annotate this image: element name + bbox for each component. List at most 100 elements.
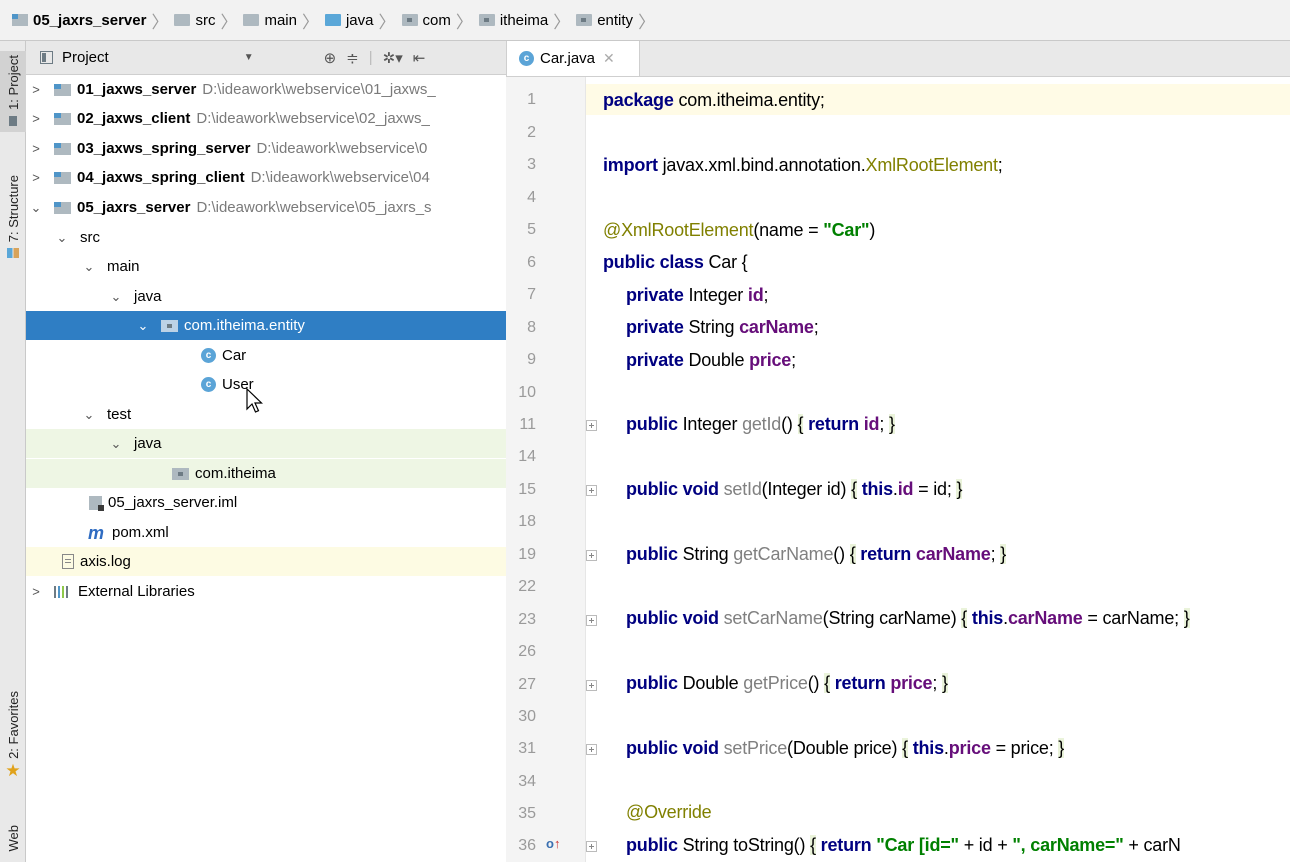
fold-expand-icon[interactable] [586, 680, 597, 691]
fold-expand-icon[interactable] [586, 550, 597, 561]
package-icon [576, 14, 593, 26]
chevron-down-icon[interactable]: ⌄ [83, 259, 95, 275]
close-icon[interactable]: ✕ [603, 50, 615, 67]
code-keyword: package [603, 90, 674, 110]
code-keyword: private [626, 350, 684, 370]
chevron-down-icon[interactable]: ⌄ [56, 230, 68, 246]
code-field: id [863, 414, 880, 434]
tree-item-module[interactable]: ⌄ 05_jaxrs_server D:\ideawork\webservice… [26, 193, 506, 222]
tool-tab-favorites[interactable]: 2: Favorites ★ [0, 691, 26, 781]
tree-item-class[interactable]: c Car [26, 341, 506, 370]
tree-item-file[interactable]: 05_jaxrs_server.iml [26, 488, 506, 517]
chevron-down-icon[interactable]: ⌄ [110, 289, 122, 305]
code-class-ref: XmlRootElement [865, 155, 998, 175]
chevron-down-icon[interactable]: ⌄ [110, 436, 122, 452]
scroll-from-source-icon[interactable]: ⊕ [324, 49, 337, 67]
tree-item-folder[interactable]: ⌄ java [26, 429, 506, 458]
tool-tab-structure[interactable]: 7: Structure [0, 171, 26, 259]
code-line-27: public Double getPrice() { return price;… [626, 672, 948, 694]
tool-tab-label: 7: Structure [5, 175, 21, 243]
tree-item-folder[interactable]: ⌄ test [26, 400, 506, 429]
breadcrumb-item-com[interactable]: com 〉 [401, 0, 479, 40]
code-text: (Double price) [787, 738, 903, 758]
chevron-down-icon[interactable]: ⌄ [30, 200, 42, 216]
fold-expand-icon[interactable] [586, 485, 597, 496]
tree-item-package-selected[interactable]: ⌄ com.itheima.entity [26, 311, 506, 340]
code-method-name: setId [718, 479, 762, 499]
chevron-down-icon[interactable]: ⌄ [137, 318, 149, 334]
breadcrumb-item-src[interactable]: src 〉 [174, 0, 243, 40]
line-number: 26 [518, 643, 536, 660]
line-number: 11 [519, 416, 536, 433]
code-keyword: public [626, 414, 678, 434]
code-method-name: getCarName [733, 544, 834, 564]
chevron-right-icon[interactable]: > [30, 82, 42, 97]
override-method-icon[interactable]: o↑ [546, 836, 560, 851]
breadcrumb: 05_jaxrs_server 〉 src 〉 main 〉 java 〉 co… [0, 0, 1290, 41]
maven-icon: m [88, 522, 105, 543]
tree-item-libraries[interactable]: > External Libraries [26, 577, 506, 606]
tree-item-module[interactable]: > 04_jaxws_spring_client D:\ideawork\web… [26, 163, 506, 192]
line-number: 23 [518, 611, 536, 628]
breadcrumb-label: src [195, 11, 216, 29]
breadcrumb-item-entity[interactable]: entity 〉 [576, 0, 661, 40]
tree-item-class[interactable]: c User [26, 370, 506, 399]
breadcrumb-label: main [264, 11, 297, 29]
breadcrumb-item-module[interactable]: 05_jaxrs_server 〉 [12, 0, 174, 40]
fold-expand-icon[interactable] [586, 841, 597, 852]
hide-panel-icon[interactable]: ⇤ [413, 49, 426, 67]
tree-item-file[interactable]: m pom.xml [26, 518, 506, 547]
fold-expand-icon[interactable] [586, 615, 597, 626]
tab-car-java[interactable]: c Car.java ✕ [507, 41, 640, 76]
tool-tab-web[interactable]: Web [0, 825, 26, 852]
class-icon: c [201, 377, 216, 392]
chevron-right-icon[interactable]: > [30, 141, 42, 156]
chevron-down-icon[interactable]: ⌄ [83, 407, 95, 423]
code-text: Double [677, 673, 744, 693]
tree-item-package[interactable]: com.itheima [26, 459, 506, 488]
fold-expand-icon[interactable] [586, 420, 597, 431]
tree-item-folder[interactable]: ⌄ main [26, 252, 506, 281]
editor-tab-bar: c Car.java ✕ [506, 41, 1290, 77]
chevron-right-icon[interactable]: > [30, 111, 42, 126]
chevron-down-icon[interactable]: ▼ [244, 52, 254, 63]
project-view-selector[interactable]: Project [62, 49, 109, 66]
breadcrumb-label: com [422, 11, 451, 29]
breadcrumb-item-main[interactable]: main 〉 [243, 0, 325, 40]
code-brace: } [1058, 738, 1065, 758]
tree-item-file[interactable]: axis.log [26, 547, 506, 576]
text-file-icon [62, 554, 74, 569]
structure-icon [7, 248, 19, 259]
code-method-name: setPrice [718, 738, 788, 758]
code-brace: } [956, 479, 963, 499]
line-number: 9 [527, 351, 536, 368]
star-icon: ★ [5, 760, 21, 780]
code-line-19: public String getCarName() { return carN… [626, 543, 1006, 565]
breadcrumb-item-java[interactable]: java 〉 [324, 0, 402, 40]
collapse-all-icon[interactable]: ≑ [346, 49, 359, 67]
code-text: Car { [703, 252, 748, 272]
code-text: = price; [990, 738, 1059, 758]
code-keyword: import [603, 155, 658, 175]
code-line-23: public void setCarName(String carName) {… [626, 607, 1190, 629]
tool-window-strip: 1: Project 7: Structure 2: Favorites ★ W… [0, 41, 26, 862]
breadcrumb-item-itheima[interactable]: itheima 〉 [478, 0, 576, 40]
gear-icon[interactable]: ✲▾ [383, 49, 403, 67]
code-keyword: this [856, 479, 893, 499]
chevron-right-icon[interactable]: > [30, 170, 42, 185]
chevron-right-icon[interactable]: > [30, 584, 42, 599]
tree-item-module[interactable]: > 02_jaxws_client D:\ideawork\webservice… [26, 104, 506, 133]
fold-expand-icon[interactable] [586, 744, 597, 755]
tree-item-folder[interactable]: ⌄ src [26, 223, 506, 252]
code-text: ; [813, 317, 819, 337]
code-keyword: public [626, 673, 678, 693]
tree-item-module[interactable]: > 03_jaxws_spring_server D:\ideawork\web… [26, 134, 506, 163]
tree-item-folder[interactable]: ⌄ java [26, 282, 506, 311]
code-line-6: public class Car { [603, 251, 748, 273]
tree-item-module[interactable]: > 01_jaxws_server D:\ideawork\webservice… [26, 75, 506, 104]
tool-tab-project[interactable]: 1: Project [0, 51, 26, 132]
class-icon: c [519, 51, 534, 66]
tree-item-label: External Libraries [78, 583, 195, 600]
module-icon [12, 14, 28, 26]
code-keyword: return [829, 673, 891, 693]
